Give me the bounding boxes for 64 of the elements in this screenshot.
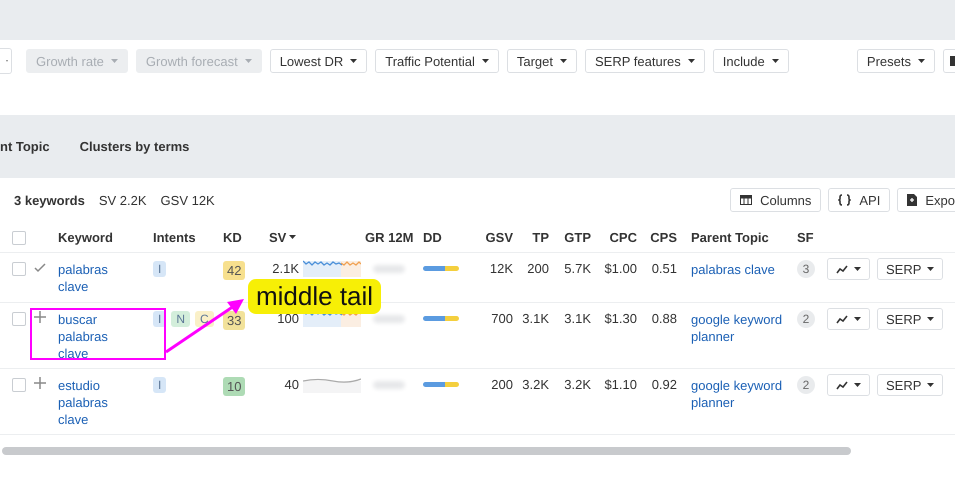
serp-features-count: 2 <box>797 310 815 328</box>
intent-badge: N <box>171 311 190 327</box>
kd-score: 10 <box>223 377 246 396</box>
presets-dropdown[interactable]: Presets <box>856 49 935 73</box>
columns-button[interactable]: Columns <box>730 188 822 212</box>
parent-topic-link[interactable]: google keyword planner <box>677 377 797 411</box>
export-button[interactable]: Expo <box>897 188 955 212</box>
keyword-link[interactable]: buscar palabras clave <box>58 311 120 362</box>
keyword-link[interactable]: palabras clave <box>58 261 120 295</box>
keyword-link[interactable]: estudio palabras clave <box>58 377 120 428</box>
filter-dropdown[interactable]: Include <box>712 49 789 73</box>
parent-topic-link[interactable]: google keyword planner <box>677 311 797 345</box>
gsv-total: GSV 12K <box>160 192 215 208</box>
cps-value: 0.88 <box>650 311 677 326</box>
sv-value: 40 <box>284 377 299 392</box>
kd-score: 33 <box>223 311 246 330</box>
column-header[interactable]: Keyword <box>58 230 153 244</box>
column-header[interactable]: Parent Topic <box>677 230 797 244</box>
column-header[interactable]: SF <box>797 230 827 244</box>
column-header[interactable]: TP <box>513 230 549 244</box>
gtp-value: 3.2K <box>563 377 591 392</box>
column-header[interactable]: DD <box>423 230 467 244</box>
intent-badge: I <box>153 377 166 393</box>
tab[interactable]: Clusters by terms <box>80 139 190 154</box>
intent-badge: I <box>153 261 166 277</box>
cps-value: 0.92 <box>650 377 677 392</box>
parent-topic-link[interactable]: palabras clave <box>677 261 797 278</box>
sv-total: SV 2.2K <box>98 192 147 208</box>
gsv-value: 12K <box>488 261 513 276</box>
filter-dropdown[interactable]: SERP features <box>585 49 705 73</box>
keyword-count: 3 keywords <box>14 192 85 208</box>
tp-value: 3.1K <box>521 311 549 326</box>
gsv-value: 700 <box>490 311 513 326</box>
column-header[interactable]: Intents <box>153 230 223 244</box>
column-header[interactable]: GR 12M <box>365 230 423 244</box>
cpc-value: $1.10 <box>603 377 637 392</box>
filter-dropdown[interactable]: Lowest DR <box>270 49 368 73</box>
gtp-value: 5.7K <box>563 261 591 276</box>
serp-features-count: 3 <box>797 260 815 278</box>
sv-value: 100 <box>276 311 299 326</box>
cpc-value: $1.30 <box>603 311 637 326</box>
annotation-label: middle tail <box>248 279 382 314</box>
cps-value: 0.51 <box>650 261 677 276</box>
serp-dropdown[interactable]: SERP <box>877 308 944 330</box>
tp-value: 200 <box>526 261 549 276</box>
filter-dropdown[interactable]: Traffic Potential <box>375 49 499 73</box>
serp-dropdown[interactable]: SERP <box>877 374 944 396</box>
column-header[interactable]: CPS <box>637 230 677 244</box>
column-header[interactable]: SV <box>269 230 299 244</box>
api-button[interactable]: API <box>828 188 890 212</box>
serp-features-count: 2 <box>797 376 815 394</box>
gsv-value: 200 <box>490 377 513 392</box>
tp-value: 3.2K <box>521 377 549 392</box>
tab[interactable]: nt Topic <box>0 139 50 154</box>
serp-dropdown[interactable]: SERP <box>877 258 944 280</box>
column-header[interactable]: CPC <box>591 230 637 244</box>
sv-value: 2.1K <box>271 261 299 276</box>
column-header[interactable]: KD <box>223 230 269 244</box>
column-header[interactable]: GTP <box>549 230 591 244</box>
kd-score: 42 <box>223 261 246 280</box>
filter-dropdown[interactable]: Target <box>506 49 578 73</box>
column-header[interactable]: GSV <box>467 230 513 244</box>
gtp-value: 3.1K <box>563 311 591 326</box>
cpc-value: $1.00 <box>603 261 637 276</box>
